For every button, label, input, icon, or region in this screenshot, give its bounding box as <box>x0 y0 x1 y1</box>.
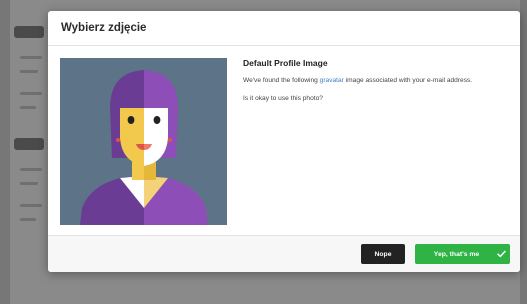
background-line <box>20 56 42 59</box>
yep-button-label: Yep, that's me <box>433 250 480 258</box>
message-text-after: image associated with your e-mail addres… <box>343 77 473 84</box>
choose-photo-modal: Wybierz zdjęcie Default Profile Image We… <box>48 11 520 272</box>
modal-footer: Nope Yep, that's me <box>48 235 520 272</box>
yep-thats-me-button[interactable]: Yep, that's me <box>415 244 510 264</box>
background-line <box>20 182 38 185</box>
modal-content: Default Profile Image We've found the fo… <box>243 58 508 112</box>
confirm-question: Is it okay to use this photo? <box>243 95 323 102</box>
background-button <box>14 138 44 150</box>
gravatar-link[interactable]: gravatar <box>320 77 344 84</box>
modal-title: Wybierz zdjęcie <box>61 22 147 34</box>
background-line <box>20 70 38 73</box>
check-icon <box>492 250 510 258</box>
message-text-before: We've found the following <box>243 77 320 84</box>
gravatar-message: We've found the following gravatar image… <box>243 76 508 85</box>
background-line <box>20 92 42 95</box>
nope-button[interactable]: Nope <box>361 244 405 264</box>
background-button <box>14 26 44 38</box>
background-line <box>20 168 42 171</box>
background-line <box>20 106 36 109</box>
content-title: Default Profile Image <box>243 58 328 68</box>
modal-header: Wybierz zdjęcie <box>48 11 520 46</box>
background-line <box>20 204 42 207</box>
avatar-illustration <box>60 58 227 225</box>
gravatar-image <box>60 58 227 225</box>
background-line <box>20 218 36 221</box>
modal-body: Default Profile Image We've found the fo… <box>48 46 520 236</box>
